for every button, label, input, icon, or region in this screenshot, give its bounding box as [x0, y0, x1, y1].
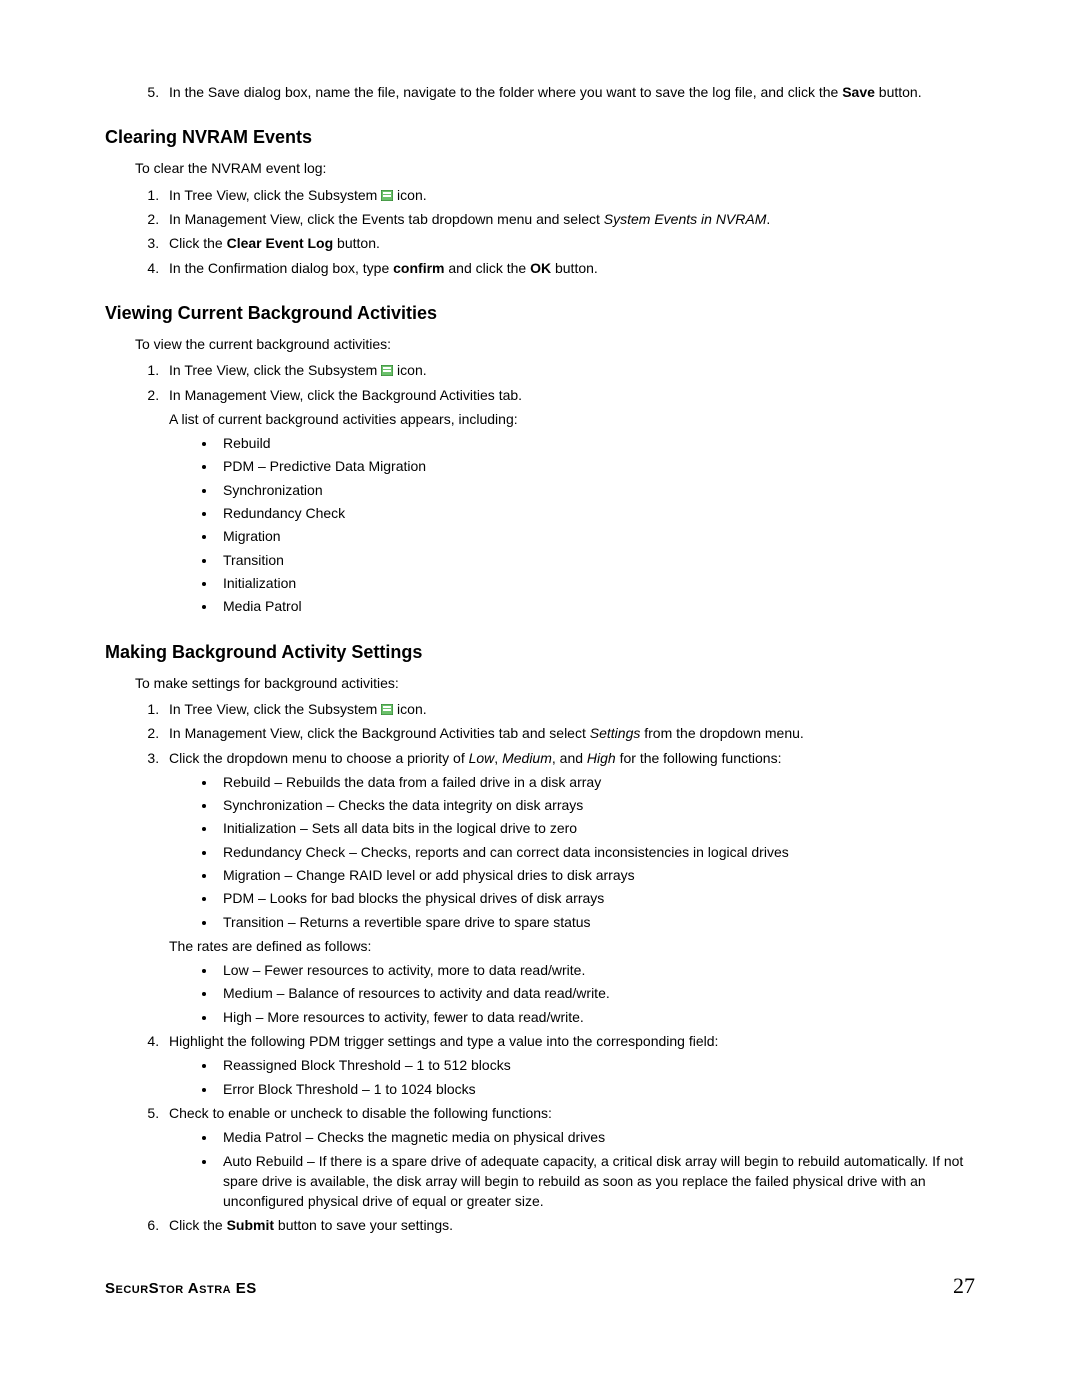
top-step-5: In the Save dialog box, name the file, n… [163, 82, 975, 102]
section3-step6: Click the Submit button to save your set… [163, 1215, 975, 1235]
bold-text: OK [530, 260, 551, 276]
text: icon. [393, 362, 426, 378]
section3-step1: In Tree View, click the Subsystem icon. [163, 699, 975, 719]
text: button. [333, 235, 380, 251]
section3-step4: Highlight the following PDM trigger sett… [163, 1031, 975, 1099]
text: In Tree View, click the Subsystem [169, 701, 381, 717]
text: In the Save dialog box, name the file, n… [169, 84, 842, 100]
save-bold: Save [842, 84, 875, 100]
bold-text: confirm [393, 260, 444, 276]
section3-rates-bullets: Low – Fewer resources to activity, more … [187, 960, 975, 1027]
section2-step2-sub: A list of current background activities … [169, 409, 975, 429]
section2-intro: To view the current background activitie… [135, 334, 975, 354]
text: Click the [169, 235, 227, 251]
text: from the dropdown menu. [640, 725, 803, 741]
heading-making-bg-settings: Making Background Activity Settings [105, 639, 975, 665]
text: icon. [393, 187, 426, 203]
list-item: PDM – Predictive Data Migration [217, 456, 975, 476]
list-item: Rebuild [217, 433, 975, 453]
italic-text: Settings [590, 725, 641, 741]
text: In Tree View, click the Subsystem [169, 362, 381, 378]
text: Click the dropdown menu to choose a prio… [169, 750, 469, 766]
text: button to save your settings. [274, 1217, 453, 1233]
section2-bullets: Rebuild PDM – Predictive Data Migration … [187, 433, 975, 616]
text: In Management View, click the Events tab… [169, 211, 604, 227]
list-item: Redundancy Check – Checks, reports and c… [217, 842, 975, 862]
text: , [494, 750, 502, 766]
text: In Tree View, click the Subsystem [169, 187, 381, 203]
heading-clearing-nvram: Clearing NVRAM Events [105, 124, 975, 150]
text: button. [875, 84, 922, 100]
subsystem-icon [381, 365, 393, 376]
section3-step5-bullets: Media Patrol – Checks the magnetic media… [187, 1127, 975, 1211]
subsystem-icon [381, 190, 393, 201]
footer-title: SecurStor Astra ES [105, 1278, 257, 1300]
text: Check to enable or uncheck to disable th… [169, 1105, 552, 1121]
top-steps: In the Save dialog box, name the file, n… [135, 82, 975, 102]
italic-text: Medium [502, 750, 552, 766]
section1-intro: To clear the NVRAM event log: [135, 158, 975, 178]
section3-intro: To make settings for background activiti… [135, 673, 975, 693]
heading-viewing-bg: Viewing Current Background Activities [105, 300, 975, 326]
section1-steps: In Tree View, click the Subsystem icon. … [135, 185, 975, 278]
list-item: Redundancy Check [217, 503, 975, 523]
list-item: Error Block Threshold – 1 to 1024 blocks [217, 1079, 975, 1099]
list-item: Migration [217, 526, 975, 546]
text: . [766, 211, 770, 227]
list-item: Initialization [217, 573, 975, 593]
list-item: Initialization – Sets all data bits in t… [217, 818, 975, 838]
text: Click the [169, 1217, 227, 1233]
section3-step3-bullets: Rebuild – Rebuilds the data from a faile… [187, 772, 975, 932]
list-item: Transition [217, 550, 975, 570]
text: icon. [393, 701, 426, 717]
section3-step2: In Management View, click the Background… [163, 723, 975, 743]
list-item: Media Patrol [217, 596, 975, 616]
text: In Management View, click the Background… [169, 725, 590, 741]
section3-step4-bullets: Reassigned Block Threshold – 1 to 512 bl… [187, 1055, 975, 1099]
list-item: Migration – Change RAID level or add phy… [217, 865, 975, 885]
text: button. [551, 260, 598, 276]
list-item: Low – Fewer resources to activity, more … [217, 960, 975, 980]
bold-text: Clear Event Log [227, 235, 334, 251]
section1-step2: In Management View, click the Events tab… [163, 209, 975, 229]
section2-steps: In Tree View, click the Subsystem icon. … [135, 360, 975, 616]
text: and click the [444, 260, 530, 276]
text: In the Confirmation dialog box, type [169, 260, 393, 276]
text: for the following functions: [616, 750, 782, 766]
text: In Management View, click the Background… [169, 387, 522, 403]
bold-text: Submit [227, 1217, 274, 1233]
italic-text: High [587, 750, 616, 766]
page-number: 27 [953, 1270, 975, 1302]
section2-step2: In Management View, click the Background… [163, 385, 975, 617]
page-footer: SecurStor Astra ES 27 [105, 1270, 975, 1302]
section2-step1: In Tree View, click the Subsystem icon. [163, 360, 975, 380]
section3-step5: Check to enable or uncheck to disable th… [163, 1103, 975, 1211]
text: Highlight the following PDM trigger sett… [169, 1033, 718, 1049]
list-item: Synchronization – Checks the data integr… [217, 795, 975, 815]
list-item: Transition – Returns a revertible spare … [217, 912, 975, 932]
list-item: Synchronization [217, 480, 975, 500]
list-item: Reassigned Block Threshold – 1 to 512 bl… [217, 1055, 975, 1075]
subsystem-icon [381, 704, 393, 715]
italic-text: Low [469, 750, 495, 766]
list-item: Medium – Balance of resources to activit… [217, 983, 975, 1003]
rates-intro: The rates are defined as follows: [169, 936, 975, 956]
section3-steps: In Tree View, click the Subsystem icon. … [135, 699, 975, 1236]
list-item: Auto Rebuild – If there is a spare drive… [217, 1151, 975, 1212]
list-item: Media Patrol – Checks the magnetic media… [217, 1127, 975, 1147]
list-item: PDM – Looks for bad blocks the physical … [217, 888, 975, 908]
list-item: High – More resources to activity, fewer… [217, 1007, 975, 1027]
section3-step3: Click the dropdown menu to choose a prio… [163, 748, 975, 1028]
section1-step3: Click the Clear Event Log button. [163, 233, 975, 253]
italic-text: System Events in NVRAM [604, 211, 767, 227]
text: , and [552, 750, 587, 766]
list-item: Rebuild – Rebuilds the data from a faile… [217, 772, 975, 792]
section1-step1: In Tree View, click the Subsystem icon. [163, 185, 975, 205]
section1-step4: In the Confirmation dialog box, type con… [163, 258, 975, 278]
